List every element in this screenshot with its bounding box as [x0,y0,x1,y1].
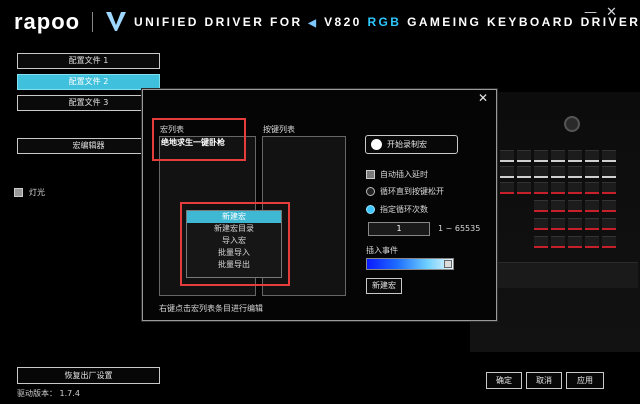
lighting-label: 灯光 [29,188,45,197]
loop-count-input[interactable]: 1 [368,222,430,236]
restore-defaults-button[interactable]: 恢复出厂设置 [17,367,160,384]
profile-1-button[interactable]: 配置文件 1 [17,53,160,69]
insert-event-label: 插入事件 [366,246,398,255]
title-rgb: RGB [367,15,402,29]
apply-button[interactable]: 应用 [566,372,604,389]
insert-event-handle[interactable] [444,260,452,268]
macro-editor-button[interactable]: 宏编辑器 [17,138,160,154]
highlight-box-macro-list [152,118,246,161]
record-icon [371,139,382,150]
start-recording-label: 开始录制宏 [387,140,427,149]
window-title: UNIFIED DRIVER FOR ◀ V820 RGB GAMEING KE… [134,15,640,29]
profile-2-button[interactable]: 配置文件 2 [17,74,160,90]
auto-insert-delay-checkbox[interactable] [366,170,375,179]
close-window-button[interactable]: ✕ [606,6,617,20]
dialog-close-button[interactable]: ✕ [478,92,488,104]
v-series-logo-icon [106,12,126,31]
minimize-button[interactable]: — [584,6,597,20]
ok-button[interactable]: 确定 [486,372,522,389]
lighting-checkbox[interactable] [14,188,23,197]
new-macro-button[interactable]: 新建宏 [366,278,402,294]
version-label: 驱动版本： [17,389,57,398]
logo-divider [92,12,93,32]
rapoo-logo: rapoo [14,9,81,34]
loop-until-release-radio[interactable] [366,187,375,196]
title-model: V820 [324,15,362,29]
specify-loop-count-label: 指定循环次数 [380,205,428,214]
cancel-button[interactable]: 取消 [526,372,562,389]
loop-until-release-label: 循环直到按键松开 [380,187,444,196]
loop-count-range: 1 ~ 65535 [438,224,481,233]
title-prefix: UNIFIED DRIVER FOR [134,15,303,29]
insert-event-bar[interactable] [366,258,454,270]
wrist-rest [498,262,638,288]
specify-loop-count-radio[interactable] [366,205,375,214]
version-value: 1.7.4 [59,389,80,398]
profile-3-button[interactable]: 配置文件 3 [17,95,160,111]
key-list-title: 按键列表 [263,125,295,134]
driver-version: 驱动版本： 1.7.4 [17,388,80,399]
highlight-box-context-menu [180,202,290,286]
prev-model-arrow-icon[interactable]: ◀ [308,18,318,29]
auto-insert-delay-label: 自动插入延时 [380,170,428,179]
edit-hint-text: 右键点击宏列表条目进行编辑 [159,304,263,313]
volume-knob [564,116,580,132]
start-recording-button[interactable]: 开始录制宏 [365,135,458,154]
